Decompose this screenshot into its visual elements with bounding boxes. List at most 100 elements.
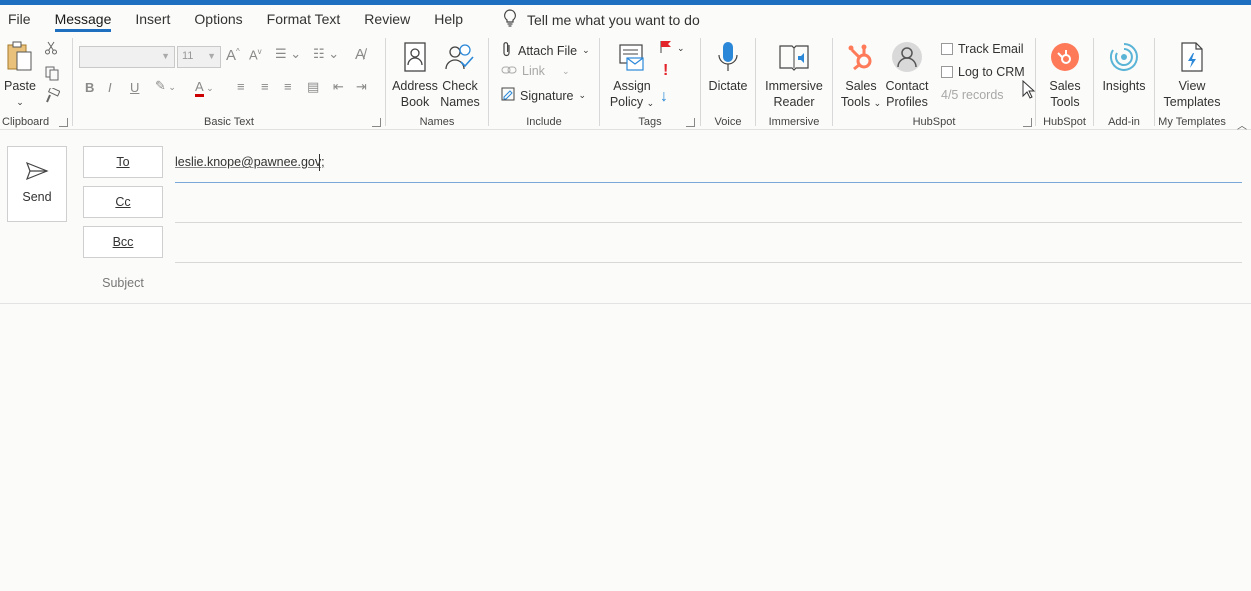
attach-file-label: Attach File <box>518 43 578 58</box>
insights-button[interactable]: Insights <box>1099 38 1149 94</box>
cut-icon[interactable] <box>44 41 58 55</box>
hubspot2-group-label: HubSpot <box>1043 116 1086 128</box>
track-email-label: Track Email <box>958 42 1024 56</box>
collapse-ribbon-icon[interactable]: ︿ <box>1237 117 1247 132</box>
cc-button[interactable]: Cc <box>83 186 163 218</box>
hubspot-sales-label-1: Sales <box>1049 79 1081 93</box>
insights-label: Insights <box>1102 79 1146 93</box>
dictate-button[interactable]: Dictate <box>704 38 752 94</box>
log-to-crm-checkbox[interactable]: Log to CRM <box>941 65 1025 79</box>
font-color-icon[interactable]: A ⌄ <box>195 79 214 97</box>
paste-button[interactable]: Paste ⌄ <box>4 38 36 110</box>
address-book-button[interactable]: Address Book <box>392 38 438 110</box>
to-button[interactable]: To <box>83 146 163 178</box>
send-button[interactable]: Send <box>7 146 67 222</box>
tell-me-box[interactable]: Tell me what you want to do <box>503 9 700 30</box>
justify-icon[interactable]: ▤ <box>307 79 319 95</box>
numbering-icon[interactable]: ☷ ⌄ <box>313 46 339 62</box>
tags-launcher-icon[interactable] <box>686 118 695 127</box>
dictate-label: Dictate <box>708 79 748 93</box>
increase-indent-icon[interactable]: ⇥ <box>356 79 367 95</box>
check-names-label-2: Names <box>440 95 480 109</box>
low-importance-icon[interactable]: ↓ <box>660 88 668 106</box>
to-field[interactable] <box>175 182 1242 183</box>
immersive-reader-label-2: Reader <box>773 95 815 109</box>
contact-avatar-icon <box>883 38 931 76</box>
bullets-icon[interactable]: ☰ ⌄ <box>275 46 301 62</box>
hubspot-sales-label-2: Tools <box>1050 95 1080 109</box>
bcc-field[interactable] <box>175 262 1242 263</box>
group-voice: Dictate Voice <box>701 34 755 130</box>
tab-format-text[interactable]: Format Text <box>255 5 353 34</box>
align-right-icon[interactable]: ≡ <box>284 79 292 94</box>
contact-profiles-label-2: Profiles <box>886 95 928 109</box>
tab-help[interactable]: Help <box>422 5 475 34</box>
tab-file[interactable]: File <box>0 5 43 34</box>
text-caret <box>319 154 320 171</box>
bold-icon[interactable]: B <box>85 80 94 95</box>
send-label: Send <box>22 190 52 204</box>
shrink-font-icon[interactable]: Av <box>249 47 262 62</box>
group-immersive: Immersive Reader Immersive <box>756 34 832 130</box>
records-count: 4/5 records <box>941 88 1004 102</box>
bcc-button[interactable]: Bcc <box>83 226 163 258</box>
group-hubspot: Sales Tools ⌄ Contact Profiles Track Ema… <box>833 34 1035 130</box>
sales-tools-label-2: Tools <box>840 95 871 109</box>
high-importance-icon[interactable]: ! <box>663 62 668 80</box>
assign-policy-button[interactable]: Assign Policy ⌄ <box>606 38 658 111</box>
chevron-down-icon: ⌄ <box>582 45 590 55</box>
tab-message[interactable]: Message <box>43 5 124 34</box>
highlight-icon[interactable]: ✎ ⌄ <box>155 78 176 94</box>
cc-field[interactable] <box>175 222 1242 223</box>
contact-profiles-label-1: Contact <box>885 79 929 93</box>
policy-icon <box>606 38 658 76</box>
assign-policy-label-1: Assign <box>613 79 651 93</box>
hubspot-launcher-icon[interactable] <box>1023 118 1032 127</box>
checkbox-icon <box>941 43 953 55</box>
tab-review[interactable]: Review <box>352 5 422 34</box>
underline-icon[interactable]: U <box>130 80 139 95</box>
follow-up-flag-button[interactable]: ⌄ <box>660 40 685 57</box>
ribbon-tabs: File Message Insert Options Format Text … <box>0 5 1251 34</box>
signature-label: Signature <box>520 88 574 103</box>
signature-button[interactable]: Signature ⌄ <box>501 87 586 104</box>
track-email-checkbox[interactable]: Track Email <box>941 42 1024 56</box>
decrease-indent-icon[interactable]: ⇤ <box>333 79 344 95</box>
clipboard-launcher-icon[interactable] <box>59 118 68 127</box>
clear-formatting-icon[interactable]: A̸ <box>355 46 365 63</box>
view-templates-button[interactable]: View Templates <box>1159 38 1225 110</box>
font-name-select[interactable]: ▼ <box>79 46 175 68</box>
copy-icon[interactable] <box>44 65 60 81</box>
message-body[interactable] <box>0 304 1251 591</box>
attach-file-button[interactable]: Attach File ⌄ <box>501 41 590 60</box>
align-left-icon[interactable]: ≡ <box>237 79 245 94</box>
hubspot-sales-tools-button[interactable]: Sales Tools <box>1040 38 1090 110</box>
align-center-icon[interactable]: ≡ <box>261 79 269 94</box>
to-recipient[interactable]: leslie.knope@pawnee.gov; <box>175 155 325 169</box>
basic-text-group-label: Basic Text <box>204 116 254 128</box>
chevron-down-icon: ⌄ <box>578 90 587 100</box>
basic-text-launcher-icon[interactable] <box>372 118 381 127</box>
hubspot-group-label: HubSpot <box>912 116 956 128</box>
tell-me-text: Tell me what you want to do <box>527 11 700 28</box>
contact-profiles-button[interactable]: Contact Profiles <box>883 38 931 110</box>
tab-insert[interactable]: Insert <box>123 5 182 34</box>
hubspot-sprocket-icon <box>837 38 885 76</box>
grow-font-icon[interactable]: A^ <box>226 47 240 64</box>
include-group-label: Include <box>526 116 562 128</box>
mouse-pointer-icon <box>1022 79 1036 105</box>
group-hubspot-sales: Sales Tools HubSpot <box>1036 34 1093 130</box>
tab-options[interactable]: Options <box>182 5 254 34</box>
italic-icon[interactable]: I <box>108 80 112 95</box>
check-names-button[interactable]: Check Names <box>437 38 483 110</box>
tags-group-label: Tags <box>638 116 662 128</box>
chevron-down-icon: ⌄ <box>16 97 24 107</box>
immersive-reader-button[interactable]: Immersive Reader <box>762 38 826 110</box>
immersive-reader-label-1: Immersive <box>765 79 823 93</box>
paperclip-icon <box>501 41 513 60</box>
font-size-select[interactable]: 11 ▼ <box>177 46 221 68</box>
link-button[interactable]: Link ⌄ <box>501 64 569 78</box>
ribbon: Paste ⌄ Clipboard ▼ 11 ▼ A^ Av ☰ ⌄ ☷ ⌄ A… <box>0 34 1251 132</box>
format-painter-icon[interactable] <box>44 88 60 104</box>
sales-tools-button[interactable]: Sales Tools ⌄ <box>837 38 885 111</box>
